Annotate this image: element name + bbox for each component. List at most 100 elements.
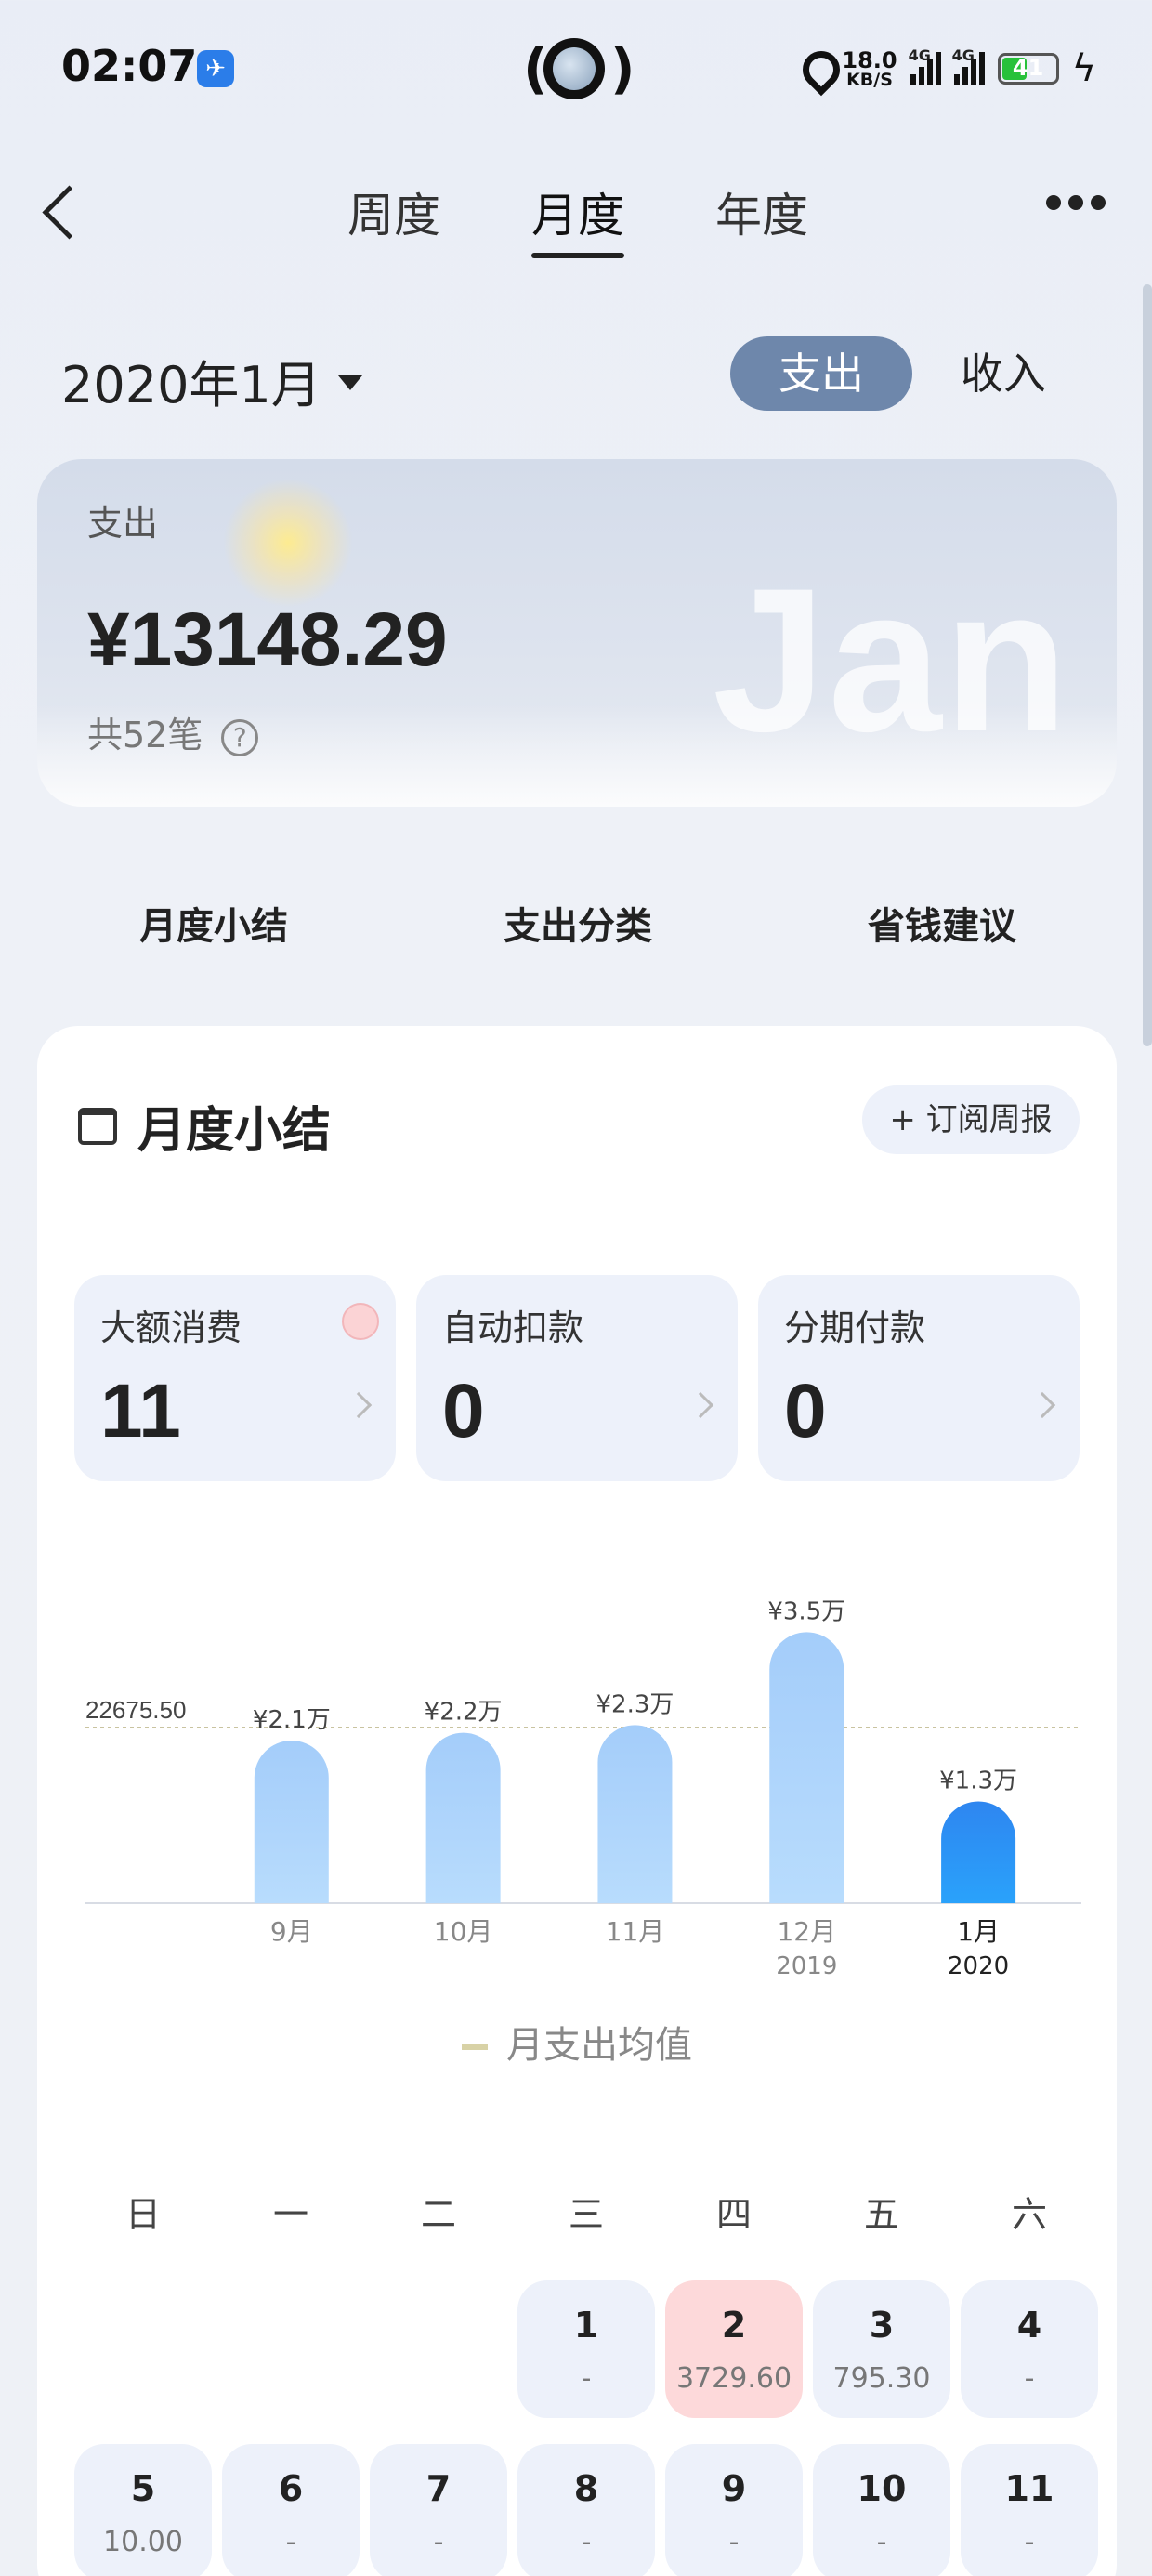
day-number: 7 [425,2468,452,2509]
total-amount: ¥13148.29 [87,598,448,682]
tab-yearly[interactable]: 年度 [715,178,808,245]
charging-icon: ϟ [1071,47,1096,90]
day-amount: - [581,2526,592,2558]
monthly-summary-card: 月度小结 + 订阅周报 大额消费 11 自动扣款 0 分期付款 0 22675.… [37,1026,1117,2576]
calendar-day-9[interactable]: 9- [665,2444,803,2576]
stat-auto-deduction[interactable]: 自动扣款 0 [416,1275,738,1481]
tab-weekly[interactable]: 周度 [347,178,440,245]
calendar-day-11[interactable]: 11 - [961,2444,1098,2576]
monthly-spending-chart: 22675.50 ¥2.1万 9月 ¥2.2万 10月 ¥2.3万 11月 ¥3.5万 12月 2… [85,1597,1081,1980]
scrollbar[interactable] [1143,284,1152,1046]
calendar-icon [78,1108,117,1145]
x-tick-label: 9月 [270,1916,313,1947]
expense-summary-card: Jan 支出 ¥13148.29 共52笔? [37,459,1117,807]
app-notification-icon: ✈ [197,50,234,87]
day-number: 11 [1004,2468,1054,2509]
x-tick-label: 11月 [606,1916,665,1947]
chevron-right-icon [345,1391,373,1419]
average-value-label: 22675.50 [85,1696,186,1724]
bar-value-label: ¥1.3万 [939,1767,1017,1794]
system-indicators: 18.0 KB/S 4G 4G 41 ϟ [801,45,1096,93]
bar-1[interactable] [425,1732,501,1903]
calendar-day-8[interactable]: 8- [517,2444,655,2576]
calendar-day-5[interactable]: 5 10.00 [74,2444,212,2576]
month-watermark: Jan [712,545,1070,774]
bar-3[interactable] [769,1632,844,1903]
day-amount: 795.30 [832,2362,931,2395]
location-icon [801,51,829,86]
chart-legend: 月支出均值 [37,2015,1117,2069]
day-amount: 10.00 [103,2526,183,2558]
chevron-right-icon [1028,1391,1056,1419]
nav-monthly-summary[interactable]: 月度小结 [139,896,288,950]
signal-icon-2: 4G [952,46,985,85]
day-number: 9 [721,2468,747,2509]
day-amount: 3729.60 [675,2362,792,2395]
day-amount: - [433,2526,444,2558]
x-tick-year: 2020 [948,1952,1009,1980]
bar-value-label: ¥3.5万 [767,1597,845,1625]
weekday-label: 日 [124,2194,161,2235]
day-amount: - [285,2526,296,2558]
day-number: 5 [130,2468,156,2509]
alert-dot-icon [342,1303,379,1340]
battery-icon: 41 [997,53,1059,85]
nav-expense-category[interactable]: 支出分类 [504,896,652,950]
calendar-day-1[interactable]: 1- [517,2280,655,2418]
bar-2[interactable] [597,1725,673,1903]
bar-0[interactable] [254,1741,329,1903]
weekday-label: 一 [272,2194,308,2235]
help-icon[interactable]: ? [221,718,259,756]
calendar-day-10[interactable]: 10 - [813,2444,950,2576]
transaction-count: 共52笔? [87,706,259,757]
stat-large-spending[interactable]: 大额消费 11 [74,1275,396,1481]
x-tick-label: 10月 [434,1916,493,1947]
calendar-day-7[interactable]: 7- [370,2444,507,2576]
calendar-day-4[interactable]: 4- [961,2280,1098,2418]
bar-value-label: ¥2.3万 [596,1690,674,1718]
bar-4[interactable] [941,1801,1016,1903]
day-number: 10 [857,2468,907,2509]
weekday-label: 二 [420,2194,456,2235]
day-amount: - [1024,2362,1035,2395]
net-speed: 18.0 KB/S [842,47,897,90]
month-selector-label: 2020年1月 [61,356,321,414]
day-amount: - [876,2526,887,2558]
camera-cutout-icon: ( ) [523,37,635,100]
income-toggle[interactable]: 收入 [961,336,1046,411]
month-selector[interactable]: 2020年1月 [61,344,362,417]
dropdown-caret-icon [337,375,362,391]
weekday-label: 五 [863,2194,899,2235]
day-amount: - [581,2362,592,2395]
calendar-day-6[interactable]: 6- [222,2444,360,2576]
x-tick-year: 2019 [776,1952,837,1980]
clock: 02:07 [61,41,198,91]
weekday-label: 四 [715,2194,752,2235]
section-title: 月度小结 [78,1091,331,1161]
chevron-right-icon [687,1391,714,1419]
subscribe-weekly-button[interactable]: + 订阅周报 [862,1085,1080,1154]
stat-installment[interactable]: 分期付款 0 [758,1275,1080,1481]
legend-line-icon [462,2044,488,2050]
more-options-icon[interactable] [1046,195,1106,210]
signal-icon-1: 4G [909,46,941,85]
weekday-label: 三 [568,2194,604,2235]
bar-value-label: ¥2.2万 [425,1699,503,1727]
day-amount: - [728,2526,740,2558]
expense-toggle[interactable]: 支出 [730,336,912,411]
day-number: 3 [869,2305,895,2346]
day-number: 6 [278,2468,304,2509]
weekday-label: 六 [1011,2194,1047,2235]
bar-value-label: ¥2.1万 [253,1706,331,1734]
status-bar: 02:07 ✈ ( ) 18.0 KB/S 4G 4G 41 ϟ [0,0,1152,139]
sun-decoration [223,478,353,608]
tab-monthly[interactable]: 月度 [531,178,624,258]
day-number: 4 [1016,2305,1042,2346]
x-tick-label: 1月 [957,1916,1000,1947]
calendar-day-2[interactable]: 2 3729.60 [665,2280,803,2418]
day-number: 1 [573,2305,599,2346]
calendar-day-3[interactable]: 3 795.30 [813,2280,950,2418]
day-number: 2 [721,2305,747,2346]
period-tabs: 周度 月度 年度 [0,178,1152,258]
nav-saving-tips[interactable]: 省钱建议 [868,896,1016,950]
